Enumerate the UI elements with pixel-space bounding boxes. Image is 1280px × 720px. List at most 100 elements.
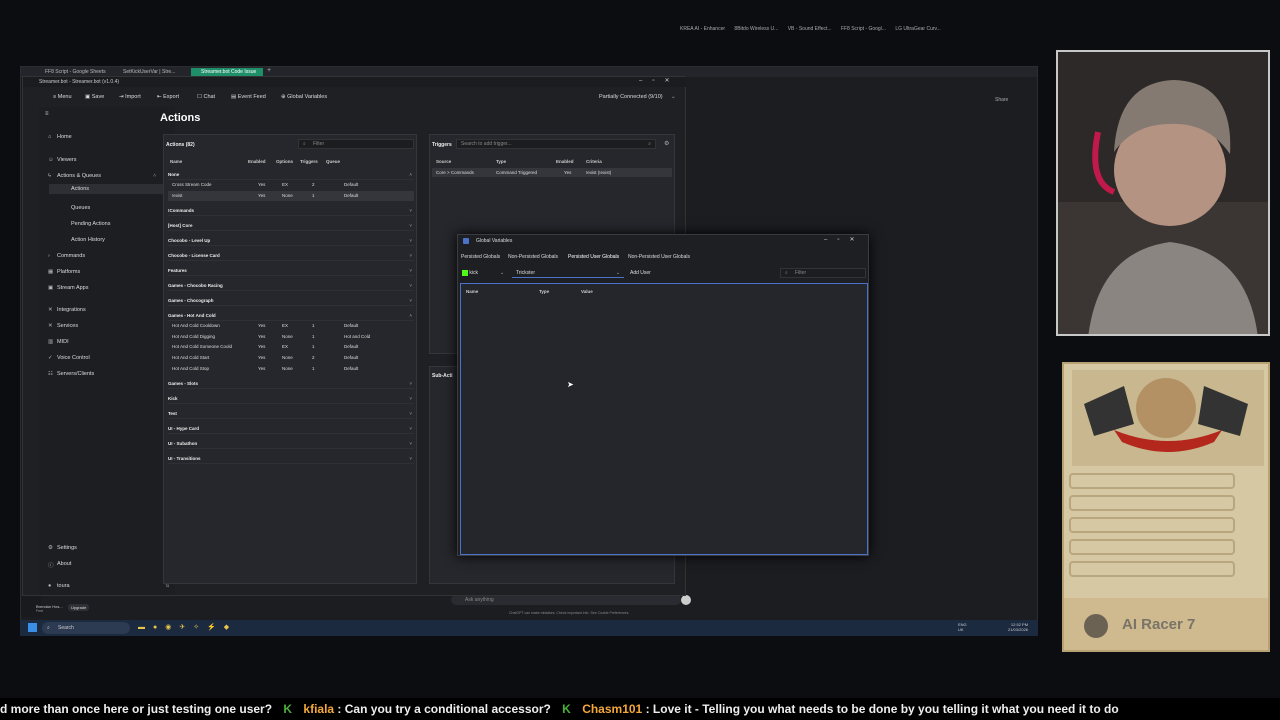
- command-icon: ›: [48, 253, 50, 259]
- tab-persisted-user-globals[interactable]: Persisted User Globals: [568, 254, 619, 260]
- tab-persisted-globals[interactable]: Persisted Globals: [461, 254, 500, 260]
- ticker-username: Chasm101: [582, 702, 643, 716]
- menu-button[interactable]: ≡ Menu: [53, 94, 72, 100]
- tab-non-persisted-user-globals[interactable]: Non-Persisted User Globals: [628, 254, 690, 260]
- trigger-search-input[interactable]: Search to add trigger... ⌕: [456, 139, 656, 149]
- bookmark-item[interactable]: LG UltraGear Curv...: [895, 26, 940, 32]
- table-cell: 1: [312, 323, 315, 329]
- column-header-name[interactable]: Name: [466, 289, 478, 294]
- hamburger-icon[interactable]: ≡: [45, 111, 49, 117]
- kick-icon: K: [283, 702, 293, 716]
- action-group[interactable]: Games - Slots ˅: [168, 379, 414, 390]
- send-button[interactable]: [681, 595, 691, 605]
- column-header-enabled[interactable]: Enabled: [556, 159, 574, 164]
- dialog-window-controls[interactable]: –▫✕: [824, 236, 865, 243]
- platform-select[interactable]: kick ⌄: [462, 268, 506, 278]
- table-cell: 2: [312, 182, 315, 187]
- gear-icon[interactable]: ⚙: [664, 140, 669, 147]
- table-cell: EX: [282, 323, 289, 329]
- import-button[interactable]: ⇥ Import: [119, 94, 141, 100]
- action-group[interactable]: Games - Chocobo Racing ˅: [168, 281, 414, 292]
- table-cell: Default: [344, 365, 359, 371]
- column-header-criteria[interactable]: Criteria: [586, 159, 602, 164]
- chevron-down-icon: ˅: [409, 298, 412, 304]
- action-group[interactable]: Test ˅: [168, 409, 414, 420]
- sidebar-item-servers-clients[interactable]: ☷ Servers/Clients: [48, 371, 94, 377]
- sidebar-item-integrations[interactable]: ✕ Integrations: [48, 307, 86, 313]
- column-header-type[interactable]: Type: [496, 159, 506, 164]
- sidebar-item-midi[interactable]: ▥MIDI˅: [48, 339, 168, 345]
- sidebar-item-user[interactable]: ● toura ⇅: [48, 583, 170, 589]
- add-user-button[interactable]: Add User: [630, 268, 660, 278]
- sidebar-item-actions[interactable]: Actions: [49, 184, 165, 194]
- taskbar-apps[interactable]: ▬●◉✈✧⚡◆: [138, 623, 237, 631]
- sidebar-item-settings[interactable]: ⚙ Settings: [48, 545, 77, 551]
- sidebar-item-viewers[interactable]: ☺ Viewers: [48, 157, 76, 163]
- window-controls[interactable]: –▫✕: [639, 77, 680, 84]
- chevron-down-icon: ⌄: [500, 270, 505, 276]
- table-cell: 1: [312, 333, 315, 339]
- column-header-enabled[interactable]: Enabled: [248, 159, 266, 164]
- column-header-source[interactable]: Source: [436, 159, 451, 164]
- action-group[interactable]: !Commands ˅: [168, 206, 414, 217]
- action-group[interactable]: Games - Chocograph ˅: [168, 296, 414, 307]
- triggers-panel-title: Triggers: [432, 142, 452, 148]
- group-name: Test: [168, 411, 177, 417]
- action-group[interactable]: UI - Transitions ˅: [168, 454, 414, 465]
- new-tab-icon[interactable]: +: [267, 67, 271, 74]
- sidebar-item-actions-queues[interactable]: ϟ Actions & Queues ˄: [48, 173, 156, 179]
- action-group[interactable]: UI - Subathon ˅: [168, 439, 414, 450]
- sidebar-item-platforms[interactable]: ▦Platforms˅: [48, 269, 168, 275]
- action-group[interactable]: UI - Hype Card ˅: [168, 424, 414, 435]
- tab-non-persisted-globals[interactable]: Non-Persisted Globals: [508, 254, 558, 260]
- sidebar-item-action-history[interactable]: Action History: [71, 237, 105, 243]
- save-button[interactable]: ▣ Save: [85, 94, 104, 100]
- table-cell: EX: [282, 182, 289, 187]
- bookmark-item[interactable]: KREA AI - Enhancer: [680, 26, 725, 32]
- taskbar-search[interactable]: ⌕ Search: [42, 622, 130, 634]
- action-group[interactable]: Chocobo - License Card ˅: [168, 251, 414, 262]
- chevron-down-icon: ˅: [409, 253, 412, 259]
- globals-filter-input[interactable]: ⌕ Filter: [780, 268, 866, 278]
- chat-input[interactable]: Ask anything: [451, 595, 681, 605]
- table-cell: 1: [312, 365, 315, 371]
- column-header-triggers[interactable]: Triggers: [300, 159, 318, 164]
- sidebar-item-stream-apps[interactable]: ▣Stream Apps˅: [48, 285, 168, 291]
- language-indicator[interactable]: ENG UK: [958, 622, 967, 632]
- toolbar: ≡ Menu ▣ Save ⇥ Import ⇤ Export ☐ Chat ▤…: [23, 91, 687, 107]
- variables-table[interactable]: Name Type Value ➤: [460, 283, 868, 555]
- share-button[interactable]: Share: [995, 97, 1008, 103]
- bookmark-item[interactable]: 8Bitdo Wireless U...: [734, 26, 778, 32]
- column-header-type[interactable]: Type: [539, 289, 549, 294]
- action-group[interactable]: None ˄: [168, 170, 414, 180]
- chevron-down-icon[interactable]: ⌄: [671, 94, 676, 100]
- sidebar-item-about[interactable]: ⓘ About: [48, 561, 71, 569]
- start-icon[interactable]: [28, 623, 37, 632]
- sidebar-item-home[interactable]: ⌂ Home: [48, 134, 72, 140]
- action-group[interactable]: Features ˅: [168, 266, 414, 277]
- sidebar-item-commands[interactable]: › Commands: [48, 253, 85, 259]
- upgrade-button[interactable]: Upgrade: [68, 604, 90, 611]
- bookmark-item[interactable]: VB - Sound Effect...: [788, 26, 832, 32]
- action-group[interactable]: [Host] Core ˅: [168, 221, 414, 232]
- sidebar-item-voice-control[interactable]: ✓ Voice Control: [48, 355, 90, 361]
- chat-button[interactable]: ☐ Chat: [197, 94, 215, 100]
- column-header-name[interactable]: Name: [170, 159, 182, 164]
- action-group[interactable]: Kick ˅: [168, 394, 414, 405]
- user-select[interactable]: Trickster ⌄: [512, 268, 624, 278]
- sidebar-item-pending-actions[interactable]: Pending Actions: [71, 221, 110, 227]
- sidebar-item-queues[interactable]: Queues: [71, 205, 90, 211]
- sidebar-item-services[interactable]: ✕Services˅: [48, 323, 168, 329]
- bookmark-item[interactable]: FF8 Script - Googl...: [841, 26, 886, 32]
- clock[interactable]: 12:52 PM 21/03/2026: [1008, 622, 1028, 632]
- global-variables-button[interactable]: ⊕ Global Variables: [281, 94, 327, 100]
- column-header-queue[interactable]: Queue: [326, 159, 340, 164]
- actions-filter-input[interactable]: ⌕ Filter: [298, 139, 414, 149]
- export-button[interactable]: ⇤ Export: [157, 94, 179, 100]
- column-header-options[interactable]: Options: [276, 159, 293, 164]
- column-header-value[interactable]: Value: [581, 289, 593, 294]
- connection-status[interactable]: Partially Connected (9/10): [599, 94, 663, 100]
- event-feed-button[interactable]: ▤ Event Feed: [231, 94, 266, 100]
- action-group[interactable]: Games - Hot And Cold ˄: [168, 311, 414, 322]
- action-group[interactable]: Chocobo - Level Up ˅: [168, 236, 414, 247]
